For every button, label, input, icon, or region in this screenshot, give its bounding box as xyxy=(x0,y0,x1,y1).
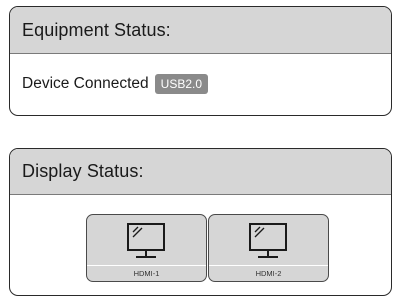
display-port-hdmi-2[interactable]: HDMI-2 xyxy=(208,214,329,282)
port-label: HDMI-2 xyxy=(255,269,282,278)
display-status-title: Display Status: xyxy=(10,149,391,195)
monitor-icon xyxy=(127,223,165,258)
port-label: HDMI-1 xyxy=(133,269,160,278)
equipment-status-panel: Equipment Status: Device Connected USB2.… xyxy=(9,6,392,116)
port-divider xyxy=(87,265,206,266)
port-divider xyxy=(209,265,328,266)
device-status-row: Device Connected USB2.0 xyxy=(22,74,391,94)
monitor-icon xyxy=(249,223,287,258)
usb-version-badge: USB2.0 xyxy=(154,74,209,94)
display-ports: HDMI-1 HDMI-2 xyxy=(86,214,330,282)
display-status-panel: Display Status: HDMI-1 HDMI-2 xyxy=(9,148,392,296)
equipment-status-title: Equipment Status: xyxy=(10,7,391,54)
display-port-hdmi-1[interactable]: HDMI-1 xyxy=(86,214,207,282)
device-connected-text: Device Connected xyxy=(22,75,149,92)
